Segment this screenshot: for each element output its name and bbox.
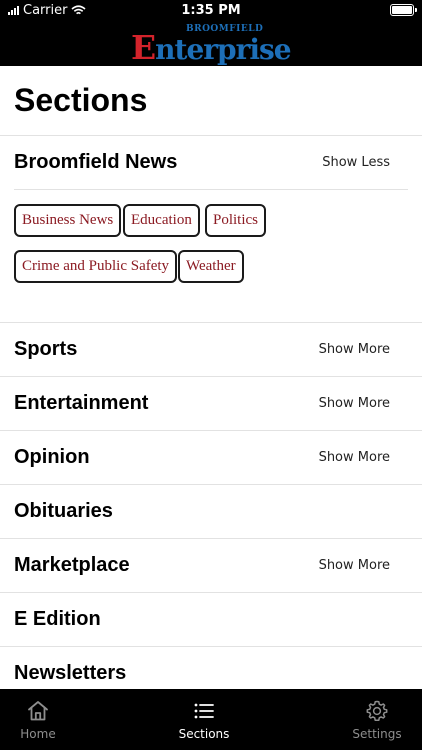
subsection-chip-weather[interactable]: Weather xyxy=(178,250,244,283)
section-row-marketplace[interactable]: Marketplace Show More xyxy=(0,539,422,593)
app-logo[interactable]: BROOMFIELD Enterprise xyxy=(0,22,422,67)
divider xyxy=(14,189,408,190)
section-name: Entertainment xyxy=(14,392,149,414)
section-row-entertainment[interactable]: Entertainment Show More xyxy=(0,377,422,431)
tab-home[interactable]: Home xyxy=(8,689,68,750)
page-title: Sections xyxy=(14,82,148,118)
tab-label: Home xyxy=(20,727,56,741)
section-name: Marketplace xyxy=(14,554,130,576)
section-row-sports[interactable]: Sports Show More xyxy=(0,323,422,377)
status-bar: Carrier 1:35 PM xyxy=(0,0,422,22)
tab-settings[interactable]: Settings xyxy=(345,689,409,750)
section-row-newsletters[interactable]: Newsletters xyxy=(0,647,422,689)
section-row-e-edition[interactable]: E Edition xyxy=(0,593,422,647)
battery-icon xyxy=(390,4,417,16)
tab-label: Settings xyxy=(352,727,402,741)
show-more-button[interactable]: Show More xyxy=(319,342,390,357)
section-name: Sports xyxy=(14,338,78,360)
section-row-opinion[interactable]: Opinion Show More xyxy=(0,431,422,485)
subsection-chip-business-news[interactable]: Business News xyxy=(14,204,122,237)
show-more-button[interactable]: Show More xyxy=(319,396,390,411)
tab-label: Sections xyxy=(178,727,230,741)
subsection-chip-crime-and-public-safety[interactable]: Crime and Public Safety xyxy=(14,250,178,283)
section-name: Opinion xyxy=(14,446,90,468)
list-icon xyxy=(194,703,214,719)
sections-list[interactable]: Sections Broomfield News Show Less Busin… xyxy=(0,66,422,689)
section-row-broomfield-news[interactable]: Broomfield News Show Less xyxy=(0,136,422,190)
section-name: Newsletters xyxy=(14,662,127,684)
top-bar: Carrier 1:35 PM BROOMFIELD Enterprise xyxy=(0,0,422,67)
home-icon xyxy=(28,701,48,721)
subsection-chip-politics[interactable]: Politics xyxy=(205,204,267,237)
subsection-chip-education[interactable]: Education xyxy=(123,204,200,237)
tab-sections[interactable]: Sections xyxy=(174,689,234,750)
show-more-button[interactable]: Show More xyxy=(319,558,390,573)
clock: 1:35 PM xyxy=(181,3,241,18)
show-less-button[interactable]: Show Less xyxy=(322,155,390,170)
section-row-obituaries[interactable]: Obituaries xyxy=(0,485,422,539)
logo-wordmark: Enterprise xyxy=(131,28,292,67)
show-more-button[interactable]: Show More xyxy=(319,450,390,465)
tab-bar: Home Sections Settings xyxy=(0,689,422,750)
section-name: Obituaries xyxy=(14,500,113,522)
gear-icon xyxy=(366,700,388,721)
section-name: Broomfield News xyxy=(14,151,178,173)
section-name: E Edition xyxy=(14,608,101,630)
